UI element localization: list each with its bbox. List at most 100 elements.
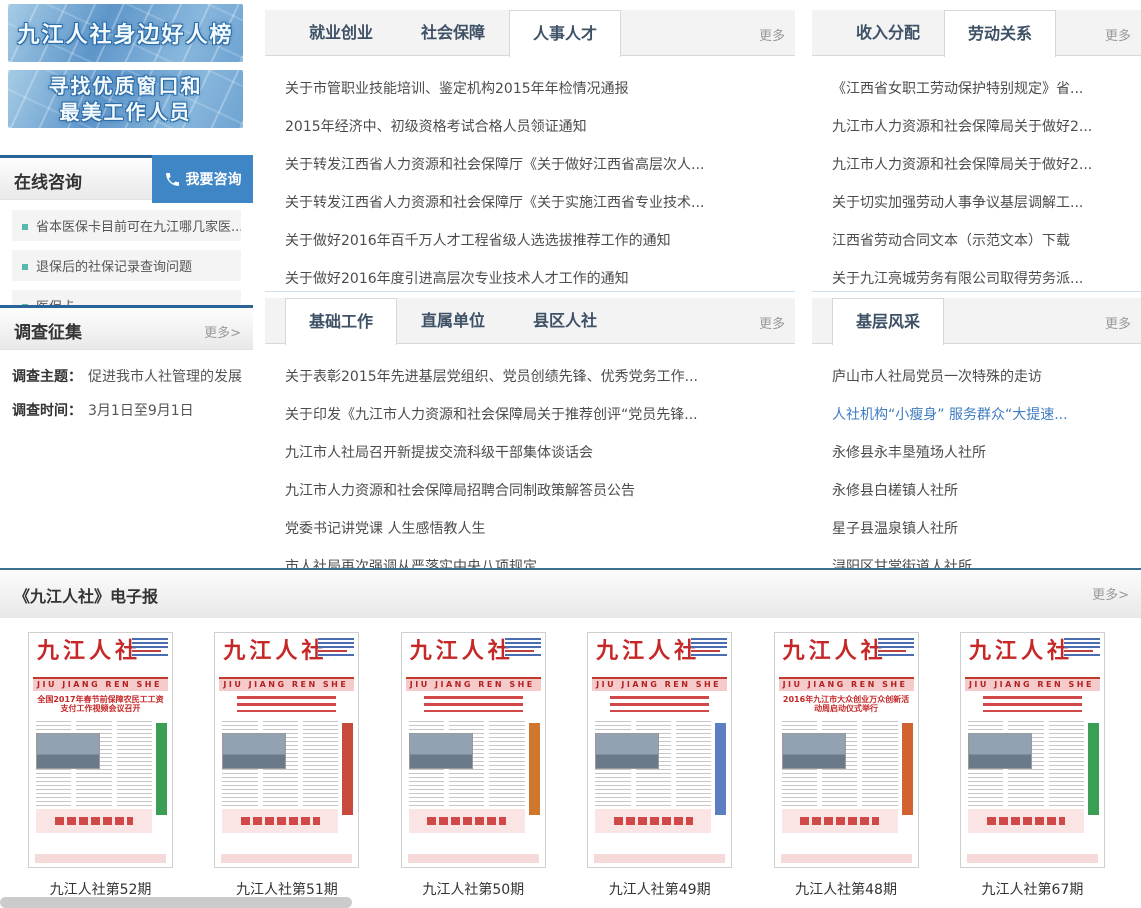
news-item[interactable]: 庐山市人社局党员一次特殊的走访 <box>832 358 1141 396</box>
news-item[interactable]: 关于转发江西省人力资源和社会保障厅《关于实施江西省专业技术... <box>285 184 795 222</box>
epaper-thumbnails: 九江人社 JIU JIANG REN SHE 全国2017年春节前保障农民工工资… <box>0 618 1141 899</box>
panel-grassroots-more-link[interactable]: 更多 <box>1105 313 1131 332</box>
newspaper-headline <box>610 696 709 712</box>
tab[interactable]: 直属单位 <box>397 298 509 343</box>
news-item[interactable]: 永修县永丰垦殖场人社所 <box>832 434 1141 472</box>
panel-personnel-more-link[interactable]: 更多 <box>759 25 785 44</box>
panel-basic-work-more-link[interactable]: 更多 <box>759 313 785 332</box>
newspaper-feature-box <box>409 809 525 833</box>
survey-row: 调查时间： 3月1日至9月1日 <box>12 400 241 420</box>
newspaper-issue-info <box>505 638 541 658</box>
newspaper-thumbnail[interactable]: 九江人社 JIU JIANG REN SHE 2016年九江市大众创业万众创新活… <box>774 632 919 899</box>
newspaper-caption[interactable]: 九江人社第51期 <box>214 879 359 899</box>
news-item[interactable]: 关于市管职业技能培训、鉴定机构2015年年检情况通报 <box>285 70 795 108</box>
newspaper-thumbnail[interactable]: 九江人社 JIU JIANG REN SHE 全国2017年春节前保障农民工工资… <box>28 632 173 899</box>
tab[interactable]: 人事人才 <box>509 10 621 57</box>
panel-basic-work-news-list: 关于表彰2015年先进基层党组织、党员创绩先锋、优秀党务工作... 关于印发《九… <box>265 344 795 586</box>
survey-more-link[interactable]: 更多> <box>204 322 241 341</box>
survey-header: 调查征集 更多> <box>0 305 253 350</box>
news-item[interactable]: 人社机构“小瘦身” 服务群众“大提速... <box>832 396 1141 434</box>
panel-labor-relations-more-link[interactable]: 更多 <box>1105 25 1131 44</box>
news-item[interactable]: 关于做好2016年度引进高层次专业技术人才工作的通知 <box>285 260 795 298</box>
news-item[interactable]: 九江市人力资源和社会保障局关于做好2... <box>832 146 1141 184</box>
newspaper-caption[interactable]: 九江人社第67期 <box>960 879 1105 899</box>
banner-good-people-list[interactable]: 九江人社身边好人榜 <box>8 4 243 62</box>
news-item[interactable]: 永修县白槎镇人社所 <box>832 472 1141 510</box>
newspaper-page: 九江人社 JIU JIANG REN SHE <box>960 632 1105 868</box>
newspaper-thumbnail[interactable]: 九江人社 JIU JIANG REN SHE 九江人社第67期 <box>960 632 1105 899</box>
newspaper-caption[interactable]: 九江人社第50期 <box>401 879 546 899</box>
newspaper-pinyin-band: JIU JIANG REN SHE <box>406 677 541 691</box>
tab[interactable]: 县区人社 <box>509 298 621 343</box>
news-item[interactable]: 关于转发江西省人力资源和社会保障厅《关于做好江西省高层次人... <box>285 146 795 184</box>
news-item[interactable]: 关于印发《九江市人力资源和社会保障局关于推荐创评“党员先锋... <box>285 396 795 434</box>
newspaper-masthead-area: 九江人社 <box>961 633 1104 677</box>
news-item[interactable]: 关于九江亮城劳务有限公司取得劳务派... <box>832 260 1141 298</box>
newspaper-issue-info <box>878 638 914 658</box>
panel-basic-work: 基础工作 直属单位 县区人社 更多 关于表彰2015年先进基层党组织、党员创绩先… <box>265 298 795 586</box>
newspaper-photo <box>968 733 1032 769</box>
tab[interactable]: 社会保障 <box>397 10 509 55</box>
panel-personnel-news-list: 关于市管职业技能培训、鉴定机构2015年年检情况通报 2015年经济中、初级资格… <box>265 56 795 298</box>
panel-labor-relations-tabbar: 收入分配 劳动关系 <box>812 10 1141 56</box>
news-item[interactable]: 九江市人力资源和社会保障局关于做好2... <box>832 108 1141 146</box>
news-item[interactable]: 江西省劳动合同文本（示范文本）下载 <box>832 222 1141 260</box>
newspaper-pinyin-band: JIU JIANG REN SHE <box>965 677 1100 691</box>
panel-grassroots-news-list: 庐山市人社局党员一次特殊的走访 人社机构“小瘦身” 服务群众“大提速... 永修… <box>812 344 1141 586</box>
newspaper-page: 九江人社 JIU JIANG REN SHE 全国2017年春节前保障农民工工资… <box>28 632 173 868</box>
newspaper-caption[interactable]: 九江人社第49期 <box>587 879 732 899</box>
news-item[interactable]: 关于切实加强劳动人事争议基层调解工... <box>832 184 1141 222</box>
tab[interactable]: 基层风采 <box>832 298 944 345</box>
newspaper-masthead-area: 九江人社 <box>775 633 918 677</box>
news-item[interactable]: 关于做好2016年百千万人才工程省级人选选拔推荐工作的通知 <box>285 222 795 260</box>
survey-row-value: 3月1日至9月1日 <box>88 403 194 419</box>
panel-basic-work-tabbar: 基础工作 直属单位 县区人社 <box>265 298 795 344</box>
news-item[interactable]: 九江市人力资源和社会保障局招聘合同制政策解答员公告 <box>285 472 795 510</box>
newspaper-pinyin-band: JIU JIANG REN SHE <box>592 677 727 691</box>
square-bullet-icon <box>22 224 28 230</box>
news-item[interactable]: 九江市人社局召开新提拔交流科级干部集体谈话会 <box>285 434 795 472</box>
sidebar: 九江人社身边好人榜 寻找优质窗口和 最美工作人员 在线咨询 我要咨询 省本医保卡… <box>0 0 253 568</box>
banner-quality-window[interactable]: 寻找优质窗口和 最美工作人员 <box>8 70 243 128</box>
consult-question-item[interactable]: 省本医保卡目前可在九江哪几家医... <box>12 210 241 241</box>
newspaper-feature-box <box>968 809 1084 833</box>
news-item[interactable]: 关于表彰2015年先进基层党组织、党员创绩先锋、优秀党务工作... <box>285 358 795 396</box>
newspaper-feature-box <box>36 809 152 833</box>
news-item[interactable]: 星子县温泉镇人社所 <box>832 510 1141 548</box>
survey-row-label: 调查时间： <box>12 403 82 419</box>
newspaper-headline: 2016年九江市大众创业万众创新活动周启动仪式举行 <box>783 695 910 713</box>
tab[interactable]: 基础工作 <box>285 298 397 345</box>
newspaper-caption[interactable]: 九江人社第52期 <box>28 879 173 899</box>
consult-question-text: 退保后的社保记录查询问题 <box>36 260 192 275</box>
tab[interactable]: 就业创业 <box>285 10 397 55</box>
epaper-header: 《九江人社》电子报 更多> <box>0 570 1141 618</box>
page: 九江人社身边好人榜 寻找优质窗口和 最美工作人员 在线咨询 我要咨询 省本医保卡… <box>0 0 1141 908</box>
newspaper-footer-strip <box>408 854 539 863</box>
newspaper-thumbnail[interactable]: 九江人社 JIU JIANG REN SHE 九江人社第51期 <box>214 632 359 899</box>
online-consult-title: 在线咨询 <box>14 168 82 193</box>
newspaper-footer-strip <box>967 854 1098 863</box>
newspaper-thumbnail[interactable]: 九江人社 JIU JIANG REN SHE 九江人社第49期 <box>587 632 732 899</box>
news-item[interactable]: 《江西省女职工劳动保护特别规定》省... <box>832 70 1141 108</box>
survey-section: 调查征集 更多> 调查主题：促进我市人社管理的发展 调查时间：3月1日至9月1日 <box>0 305 253 434</box>
panel-grassroots-tabbar: 基层风采 <box>812 298 1141 344</box>
horizontal-scrollbar-thumb[interactable] <box>0 897 352 908</box>
newspaper-pinyin-band: JIU JIANG REN SHE <box>219 677 354 691</box>
consult-question-text: 省本医保卡目前可在九江哪几家医... <box>36 220 241 235</box>
newspaper-thumbnail[interactable]: 九江人社 JIU JIANG REN SHE 九江人社第50期 <box>401 632 546 899</box>
newspaper-caption[interactable]: 九江人社第48期 <box>774 879 919 899</box>
news-item[interactable]: 党委书记讲党课 人生感悟教人生 <box>285 510 795 548</box>
survey-title: 调查征集 <box>14 318 82 343</box>
tab[interactable]: 劳动关系 <box>944 10 1056 57</box>
news-item[interactable]: 2015年经济中、初级资格考试合格人员领证通知 <box>285 108 795 146</box>
epaper-section: 《九江人社》电子报 更多> 九江人社 JIU JIANG REN SHE 全国2… <box>0 568 1141 908</box>
tab[interactable]: 收入分配 <box>832 10 944 55</box>
consult-question-item[interactable]: 退保后的社保记录查询问题 <box>12 250 241 281</box>
consult-now-button[interactable]: 我要咨询 <box>152 155 253 203</box>
newspaper-photo <box>222 733 286 769</box>
newspaper-footer-strip <box>35 854 166 863</box>
newspaper-issue-info <box>318 638 354 658</box>
epaper-more-link[interactable]: 更多> <box>1092 584 1129 603</box>
panel-personnel: 就业创业 社会保障 人事人才 更多 关于市管职业技能培训、鉴定机构2015年年检… <box>265 10 795 298</box>
newspaper-pinyin-band: JIU JIANG REN SHE <box>779 677 914 691</box>
